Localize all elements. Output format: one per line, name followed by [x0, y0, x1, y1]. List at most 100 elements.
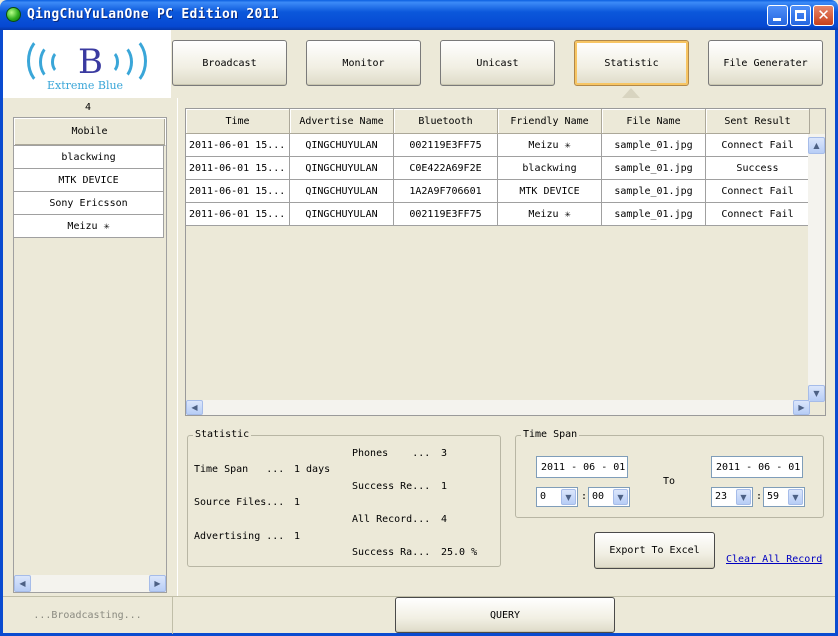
cell-advertise-name: QINGCHUYULAN — [290, 203, 394, 226]
cell-friendly-name: blackwing — [498, 157, 602, 180]
chevron-down-icon[interactable]: ▼ — [736, 489, 751, 505]
time-span-value: 1 days — [294, 464, 331, 475]
success-rate-label: Success Ra... — [352, 547, 431, 558]
from-date-input[interactable]: 2011 - 06 - 01 — [536, 456, 628, 478]
device-item[interactable]: Sony Ericsson — [14, 192, 164, 215]
close-icon: ✕ — [817, 6, 830, 24]
scroll-up-button[interactable]: ▲ — [808, 137, 825, 154]
status-text: ...Broadcasting... — [3, 597, 173, 634]
statistic-panel: Time Advertise Name Bluetooth Friendly N… — [177, 98, 835, 596]
export-to-excel-button[interactable]: Export To Excel — [594, 532, 715, 569]
tab-monitor[interactable]: Monitor — [306, 40, 421, 86]
time-span-group-title: Time Span — [521, 429, 580, 440]
cell-file-name: sample_01.jpg — [602, 157, 706, 180]
cell-friendly-name: Meizu ✳ — [498, 203, 602, 226]
from-hour-value: 0 — [540, 491, 547, 502]
device-list-hscrollbar[interactable]: ◀ ▶ — [14, 575, 166, 592]
tab-statistic[interactable]: Statistic — [574, 40, 689, 86]
cell-sent-result: Success — [706, 157, 810, 180]
cell-file-name: sample_01.jpg — [602, 203, 706, 226]
maximize-icon — [795, 10, 806, 21]
records-grid[interactable]: Time Advertise Name Bluetooth Friendly N… — [185, 108, 826, 416]
chevron-right-icon: ▶ — [798, 403, 805, 412]
chevron-left-icon: ◀ — [191, 403, 198, 412]
cell-bluetooth: C0E422A69F2E — [394, 157, 498, 180]
scroll-right-button[interactable]: ▶ — [793, 400, 810, 415]
column-header-time[interactable]: Time — [186, 109, 290, 134]
success-records-value: 1 — [441, 481, 448, 492]
minimize-button[interactable] — [767, 5, 788, 26]
tab-unicast[interactable]: Unicast — [440, 40, 555, 86]
advertising-value: 1 — [294, 531, 301, 542]
active-tab-pointer — [622, 88, 640, 98]
tab-broadcast[interactable]: Broadcast — [172, 40, 287, 86]
status-bar: ...Broadcasting... QUERY — [3, 596, 835, 634]
cell-friendly-name: MTK DEVICE — [498, 180, 602, 203]
scroll-down-button[interactable]: ▼ — [808, 385, 825, 402]
device-list[interactable]: Mobile blackwing MTK DEVICE Sony Ericsso… — [13, 117, 167, 593]
clear-all-record-link[interactable]: Clear All Record — [726, 554, 822, 565]
cell-advertise-name: QINGCHUYULAN — [290, 157, 394, 180]
cell-time: 2011-06-01 15... — [186, 180, 290, 203]
phones-label: Phones ... — [352, 448, 431, 459]
device-item[interactable]: MTK DEVICE — [14, 169, 164, 192]
advertising-label: Advertising ... — [194, 531, 285, 542]
logo-subtitle: Extreme Blue — [47, 79, 124, 92]
column-header-friendly-name[interactable]: Friendly Name — [498, 109, 602, 134]
from-minute-value: 00 — [592, 491, 605, 502]
title-bar[interactable]: QingChuYuLanOne PC Edition 2011 ✕ — [0, 0, 838, 30]
to-minute-select[interactable]: 59 ▼ — [763, 487, 805, 507]
chevron-down-icon: ▼ — [813, 389, 820, 398]
cell-sent-result: Connect Fail — [706, 203, 810, 226]
all-records-value: 4 — [441, 514, 448, 525]
scroll-left-button[interactable]: ◀ — [14, 575, 31, 592]
source-files-value: 1 — [294, 497, 301, 508]
from-minute-select[interactable]: 00 ▼ — [588, 487, 630, 507]
grid-hscrollbar[interactable]: ◀ ▶ — [186, 400, 810, 415]
signal-wave-icon — [51, 50, 69, 74]
to-hour-select[interactable]: 23 ▼ — [711, 487, 753, 507]
to-time-separator: : — [756, 491, 763, 502]
statistic-groupbox: Statistic Time Span ... 1 days Source Fi… — [187, 429, 501, 567]
table-row[interactable]: 2011-06-01 15... QINGCHUYULAN 002119E3FF… — [186, 203, 810, 226]
cell-file-name: sample_01.jpg — [602, 134, 706, 157]
table-row[interactable]: 2011-06-01 15... QINGCHUYULAN 002119E3FF… — [186, 134, 810, 157]
close-button[interactable]: ✕ — [813, 5, 834, 26]
column-header-file-name[interactable]: File Name — [602, 109, 706, 134]
table-row[interactable]: 2011-06-01 15... QINGCHUYULAN 1A2A9F7066… — [186, 180, 810, 203]
device-list-header[interactable]: Mobile — [14, 118, 166, 146]
grid-header: Time Advertise Name Bluetooth Friendly N… — [186, 109, 810, 134]
chevron-down-icon[interactable]: ▼ — [613, 489, 628, 505]
chevron-down-icon[interactable]: ▼ — [561, 489, 576, 505]
scroll-right-button[interactable]: ▶ — [149, 575, 166, 592]
from-hour-select[interactable]: 0 ▼ — [536, 487, 578, 507]
device-item[interactable]: blackwing — [14, 146, 164, 169]
device-item[interactable]: Meizu ✳ — [14, 215, 164, 238]
column-header-sent-result[interactable]: Sent Result — [706, 109, 810, 134]
table-row[interactable]: 2011-06-01 15... QINGCHUYULAN C0E422A69F… — [186, 157, 810, 180]
cell-time: 2011-06-01 15... — [186, 203, 290, 226]
app-icon — [6, 7, 21, 22]
cell-bluetooth: 002119E3FF75 — [394, 203, 498, 226]
to-hour-value: 23 — [715, 491, 728, 502]
cell-advertise-name: QINGCHUYULAN — [290, 134, 394, 157]
query-button[interactable]: QUERY — [395, 597, 615, 633]
tab-file-generater[interactable]: File Generater — [708, 40, 823, 86]
source-files-label: Source Files... — [194, 497, 285, 508]
chevron-down-icon[interactable]: ▼ — [788, 489, 803, 505]
cell-file-name: sample_01.jpg — [602, 180, 706, 203]
chevron-left-icon: ◀ — [19, 579, 26, 588]
chevron-right-icon: ▶ — [154, 579, 161, 588]
window-title: QingChuYuLanOne PC Edition 2011 — [27, 7, 279, 22]
grid-vscrollbar[interactable]: ▲ ▼ — [808, 134, 825, 402]
maximize-button[interactable] — [790, 5, 811, 26]
logo-letter: B — [78, 42, 103, 82]
success-rate-value: 25.0 % — [441, 547, 478, 558]
cell-time: 2011-06-01 15... — [186, 134, 290, 157]
column-header-bluetooth[interactable]: Bluetooth — [394, 109, 498, 134]
to-date-input[interactable]: 2011 - 06 - 01 — [711, 456, 803, 478]
scroll-left-button[interactable]: ◀ — [186, 400, 203, 415]
cell-advertise-name: QINGCHUYULAN — [290, 180, 394, 203]
column-header-advertise-name[interactable]: Advertise Name — [290, 109, 394, 134]
time-span-label: Time Span ... — [194, 464, 285, 475]
